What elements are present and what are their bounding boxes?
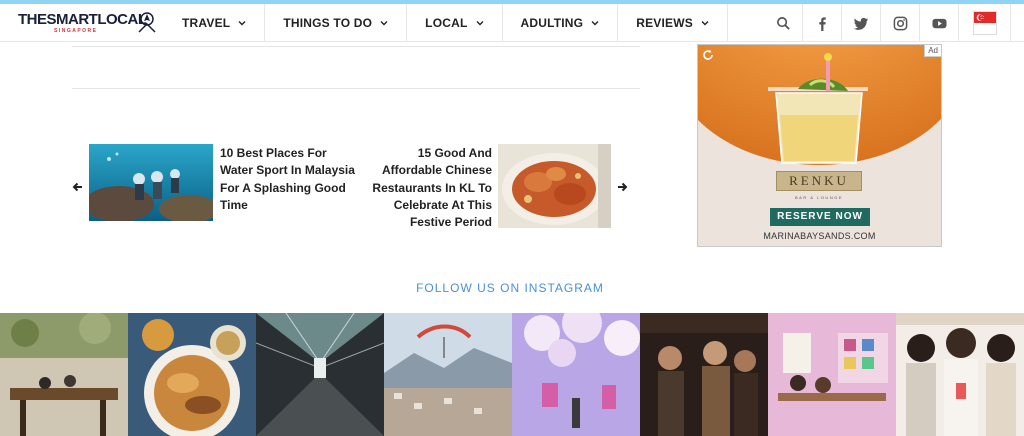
refresh-icon[interactable] [702, 49, 714, 61]
nav-things-to-do-label: THINGS TO DO [283, 16, 373, 30]
divider [72, 88, 640, 89]
singapore-flag-icon [972, 11, 997, 35]
instagram-link[interactable] [881, 4, 920, 42]
instagram-post[interactable] [896, 313, 1024, 436]
logo-wordmark: THESMARTLOCAL [18, 11, 147, 28]
youtube-icon [931, 18, 947, 28]
instagram-grid [0, 313, 1024, 436]
nav-travel[interactable]: TRAVEL [164, 4, 266, 42]
region-selector[interactable] [959, 4, 1011, 42]
site-header: THESMARTLOCAL SINGAPORE TRAVEL THINGS TO… [0, 4, 1024, 42]
youtube-link[interactable] [920, 4, 959, 42]
nav-reviews-label: REVIEWS [636, 16, 693, 30]
nav-adulting[interactable]: ADULTING [503, 4, 619, 42]
nav-things-to-do[interactable]: THINGS TO DO [265, 4, 408, 42]
instagram-post[interactable] [256, 313, 384, 436]
next-post-title[interactable]: 15 Good And Affordable Chinese Restauran… [360, 145, 492, 231]
chevron-down-icon [476, 21, 483, 26]
instagram-icon [893, 16, 907, 30]
instagram-post[interactable] [768, 313, 896, 436]
instagram-heading[interactable]: FOLLOW US ON INSTAGRAM [400, 281, 620, 295]
chevron-down-icon [591, 21, 599, 26]
nav-travel-label: TRAVEL [182, 16, 231, 30]
instagram-post[interactable] [0, 313, 128, 436]
chevron-down-icon [238, 21, 246, 26]
ad-brand-subtitle: BAR & LOUNGE [794, 195, 843, 200]
instagram-post[interactable] [384, 313, 512, 436]
logo-subtitle: SINGAPORE [54, 28, 98, 34]
nav-adulting-label: ADULTING [520, 16, 584, 30]
next-post-thumbnail[interactable] [498, 144, 611, 228]
site-logo[interactable]: THESMARTLOCAL SINGAPORE [18, 11, 158, 37]
nav-local[interactable]: LOCAL [407, 4, 503, 42]
prev-post-thumbnail[interactable] [84, 144, 219, 223]
ad-reserve-button[interactable]: RESERVE NOW [770, 208, 870, 226]
logo-mark-icon [138, 12, 156, 33]
facebook-icon [818, 16, 826, 31]
nav-local-label: LOCAL [425, 16, 468, 30]
twitter-icon [853, 17, 868, 30]
ad-brand-label: RENKU [776, 171, 862, 191]
chevron-down-icon [380, 21, 388, 26]
search-button[interactable] [764, 4, 803, 42]
prev-post-title[interactable]: 10 Best Places For Water Sport In Malays… [220, 145, 355, 214]
main-nav: TRAVEL THINGS TO DO LOCAL ADULTING REVIE… [164, 4, 728, 42]
ad-domain: MARINABAYSANDS.COM [763, 231, 876, 241]
arrow-left-icon[interactable] [72, 181, 84, 193]
chevron-down-icon [701, 21, 709, 26]
advertisement-banner[interactable]: Ad RENKU BAR & LOUNGE RESERVE NOW MARINA… [697, 44, 942, 247]
instagram-post[interactable] [128, 313, 256, 436]
nav-reviews[interactable]: REVIEWS [618, 4, 728, 42]
instagram-post[interactable] [640, 313, 768, 436]
search-icon [776, 16, 790, 30]
twitter-link[interactable] [842, 4, 881, 42]
ad-badge[interactable]: Ad [924, 45, 941, 57]
arrow-right-icon[interactable] [616, 181, 628, 193]
header-icon-bar [764, 4, 1011, 42]
instagram-post[interactable] [512, 313, 640, 436]
facebook-link[interactable] [803, 4, 842, 42]
divider [72, 46, 640, 47]
